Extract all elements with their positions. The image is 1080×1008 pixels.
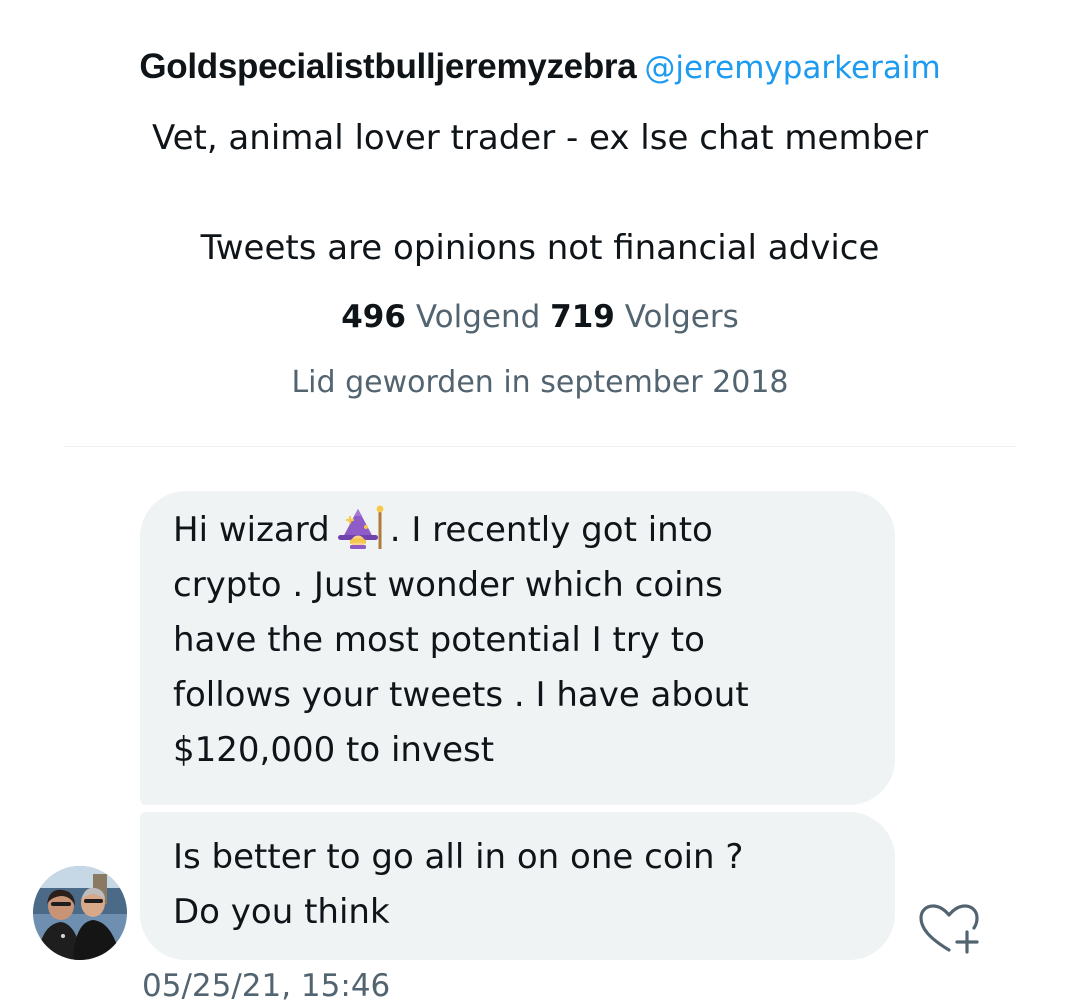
heart-plus-icon — [919, 904, 979, 954]
followers-label: Volgers — [624, 299, 739, 335]
message-timestamp: 05/25/21, 15:46 — [142, 968, 391, 1004]
message-line: Hi wizard . I recently got into — [173, 503, 865, 558]
woman-mage-emoji-icon — [336, 505, 386, 549]
message-line: have the most potential I try to — [173, 620, 705, 660]
message-bubble[interactable]: Hi wizard . I recently got into crypto .… — [140, 491, 895, 805]
message-text: Hi wizard — [173, 510, 330, 550]
following-link[interactable]: 496 Volgend — [341, 299, 540, 335]
message-text: . I recently got into — [389, 510, 713, 550]
following-count: 496 — [341, 299, 406, 335]
message-line: crypto . Just wonder which coins — [173, 565, 723, 605]
followers-link[interactable]: 719 Volgers — [550, 299, 739, 335]
message-bubble[interactable]: Is better to go all in on one coin ? Do … — [140, 812, 895, 960]
profile-handle[interactable]: @jeremyparkeraim — [644, 50, 940, 86]
message-line: Is better to go all in on one coin ? — [173, 837, 744, 877]
profile-joined-date: Lid geworden in september 2018 — [291, 365, 789, 400]
message-line: follows your tweets . I have about — [173, 675, 749, 715]
like-message-button[interactable] — [917, 902, 981, 958]
profile-display-name[interactable]: Goldspecialistbulljeremyzebra — [139, 47, 636, 86]
message-line: $120,000 to invest — [173, 730, 495, 770]
followers-count: 719 — [550, 299, 615, 335]
profile-bio-line: Vet, animal lover trader - ex lse chat m… — [151, 118, 929, 158]
following-label: Volgend — [415, 299, 541, 335]
profile-stats: 496 Volgend 719 Volgers — [0, 296, 1080, 338]
profile-name-row: Goldspecialistbulljeremyzebra @jeremypark… — [0, 44, 1080, 91]
message-line: Do you think — [173, 892, 390, 932]
sender-avatar[interactable] — [33, 866, 127, 960]
profile-bio-line: Tweets are opinions not financial advice — [200, 228, 880, 268]
section-divider — [64, 446, 1016, 447]
